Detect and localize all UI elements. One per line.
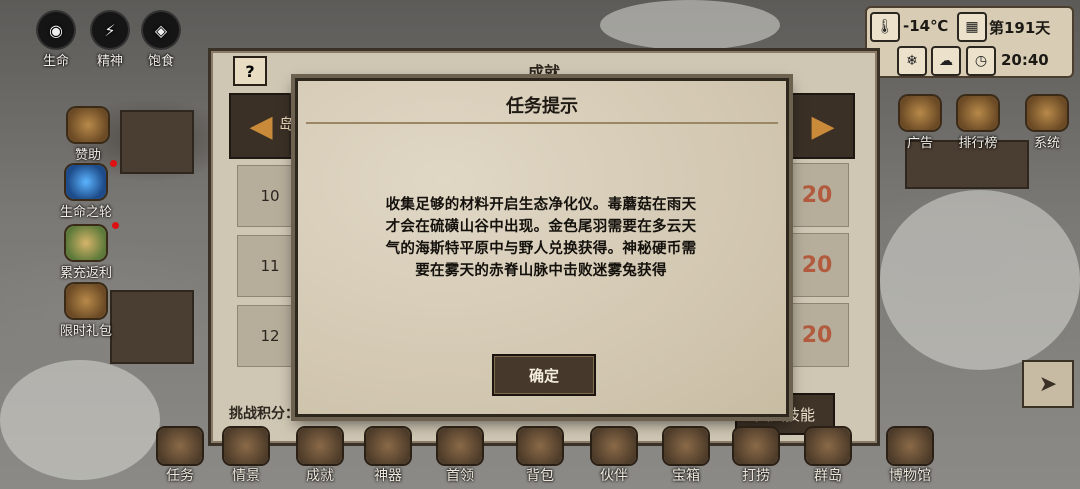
bottom-nav: 任务 情景 成就 神器 首领 背包 伙伴 宝箱 打捞 群岛 博物馆 — [150, 428, 950, 489]
tab-left-label: 岛 — [279, 115, 295, 133]
nav-item-label: 群岛 — [814, 468, 842, 484]
dialog-message-line: 要在雾天的赤脊山脉中击败迷雾兔获得 — [415, 263, 667, 279]
nav-item-label: 成就 — [306, 468, 334, 484]
life-icon: ◉ — [38, 12, 74, 48]
confirm-button[interactable]: 确定 — [492, 354, 596, 396]
nav-item-achievements[interactable]: 成就 — [290, 428, 350, 485]
companion-icon — [592, 428, 636, 464]
reward-badge[interactable]: 20 — [785, 163, 849, 227]
snow-patch — [880, 190, 1080, 370]
island-icon — [806, 428, 850, 464]
dialog-title: 任务提示 — [506, 96, 578, 117]
trophy-icon — [958, 96, 998, 130]
dialog-message: 收集足够的材料开启生态净化仪。毒蘑菇在雨天 才会在硫磺山谷中出现。金色尾羽需要在… — [368, 194, 714, 282]
dialog-message-line: 收集足够的材料开启生态净化仪。毒蘑菇在雨天 — [385, 197, 697, 213]
nav-item-companions[interactable]: 伙伴 — [584, 428, 644, 485]
ad-icon — [900, 96, 940, 130]
nav-item-bosses[interactable]: 首领 — [430, 428, 490, 485]
sidebar-item-label: 生命之轮 — [60, 205, 113, 220]
nav-item-label: 博物馆 — [889, 468, 931, 484]
nav-item-artifacts[interactable]: 神器 — [358, 428, 418, 485]
exit-icon[interactable]: ➤ — [1022, 360, 1074, 408]
thermometer-icon: 🌡 — [870, 12, 900, 42]
snowflake-icon: ❄ — [897, 46, 927, 76]
life-label: 生命 — [42, 54, 69, 69]
backpack-icon — [518, 428, 562, 464]
hut-decoration — [120, 110, 194, 174]
museum-icon — [888, 428, 932, 464]
hunger-stat[interactable]: ◈ 饱食 — [138, 12, 184, 69]
sidebar-item-system[interactable]: 系统 — [1027, 96, 1067, 151]
reward-badge[interactable]: 20 — [785, 303, 849, 367]
sidebar-item-leaderboard[interactable]: 排行榜 — [958, 96, 998, 151]
nav-item-backpack[interactable]: 背包 — [510, 428, 570, 485]
nav-item-museum[interactable]: 博物馆 — [872, 428, 948, 485]
nav-item-label: 任务 — [166, 468, 194, 484]
info-bar: 🌡 -14℃ ▦ 第191天 ❄ ☁ ◷ 20:40 — [865, 6, 1074, 78]
orb-icon — [66, 165, 106, 199]
spirit-stat[interactable]: ⚡ 精神 — [87, 12, 133, 69]
sidebar-item-sponsor[interactable]: 赞助 — [68, 108, 108, 163]
sidebar-item-wheel-of-life[interactable]: 生命之轮 — [60, 165, 112, 220]
next-arrow-button[interactable]: ▶ — [791, 93, 855, 159]
nav-item-label: 打捞 — [742, 468, 770, 484]
achievement-row-number: 11 — [237, 235, 303, 297]
nav-item-chests[interactable]: 宝箱 — [656, 428, 716, 485]
day-text: 第191天 — [989, 19, 1051, 37]
task-hint-dialog: 任务提示 收集足够的材料开启生态净化仪。毒蘑菇在雨天 才会在硫磺山谷中出现。金色… — [295, 78, 789, 417]
nav-item-label: 宝箱 — [672, 468, 700, 484]
medal-icon — [298, 428, 342, 464]
calendar-icon: ▦ — [957, 12, 987, 42]
sidebar-item-ads[interactable]: 广告 — [900, 96, 940, 151]
reward-badge[interactable]: 20 — [785, 233, 849, 297]
nav-item-islands[interactable]: 群岛 — [798, 428, 858, 485]
achievement-row-number: 10 — [237, 165, 303, 227]
gift-icon — [66, 226, 106, 260]
weather-icon: ☁ — [931, 46, 961, 76]
sidebar-item-label: 限时礼包 — [60, 324, 113, 339]
temperature-text: -14℃ — [903, 17, 949, 35]
sidebar-item-label: 累充返利 — [60, 266, 113, 281]
spirit-label: 精神 — [96, 54, 123, 69]
sidebar-item-label: 广告 — [906, 136, 933, 151]
book-icon — [158, 428, 202, 464]
nav-item-scenes[interactable]: 情景 — [216, 428, 276, 485]
nav-item-label: 伙伴 — [600, 468, 628, 484]
nav-item-tasks[interactable]: 任务 — [150, 428, 210, 485]
nav-item-label: 情景 — [232, 468, 260, 484]
sidebar-item-label: 系统 — [1033, 136, 1060, 151]
snow-patch — [600, 0, 780, 50]
hunger-label: 饱食 — [147, 54, 174, 69]
dialog-divider — [306, 122, 778, 124]
boss-icon — [438, 428, 482, 464]
time-text: 20:40 — [1001, 51, 1049, 69]
bag-icon — [66, 284, 106, 318]
lightning-icon: ⚡ — [92, 12, 128, 48]
chest-icon — [664, 428, 708, 464]
sidebar-item-limited-pack[interactable]: 限时礼包 — [60, 284, 112, 339]
life-stat[interactable]: ◉ 生命 — [33, 12, 79, 69]
snow-patch — [0, 360, 160, 480]
scroll-icon — [224, 428, 268, 464]
gear-icon — [1027, 96, 1067, 130]
clock-icon: ◷ — [966, 46, 996, 76]
nav-item-label: 背包 — [526, 468, 554, 484]
achievement-row-number: 12 — [237, 305, 303, 367]
sidebar-item-label: 排行榜 — [958, 136, 998, 151]
artifact-icon — [366, 428, 410, 464]
nav-item-label: 神器 — [374, 468, 402, 484]
dialog-message-line: 气的海斯特平原中与野人兑换获得。神秘硬币需 — [385, 241, 697, 257]
notification-dot — [112, 222, 119, 229]
sidebar-item-recharge-rebate[interactable]: 累充返利 — [60, 226, 112, 281]
hut-decoration — [110, 290, 194, 364]
hook-icon — [734, 428, 778, 464]
nav-item-salvage[interactable]: 打捞 — [726, 428, 786, 485]
sidebar-item-label: 赞助 — [74, 148, 101, 163]
wings-icon — [68, 108, 108, 142]
dialog-message-line: 才会在硫磺山谷中出现。金色尾羽需要在多云天 — [385, 219, 697, 235]
nav-item-label: 首领 — [446, 468, 474, 484]
stomach-icon: ◈ — [143, 12, 179, 48]
